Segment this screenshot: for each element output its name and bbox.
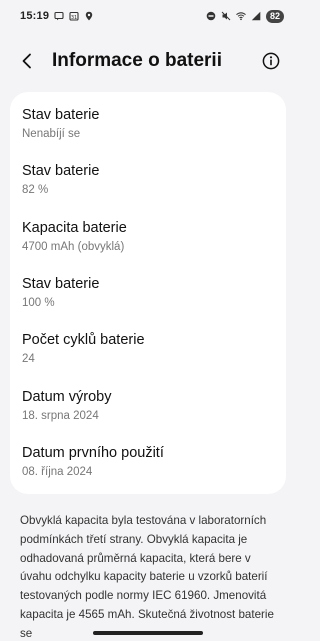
back-arrow-icon	[22, 53, 31, 69]
battery-level: 82	[265, 9, 284, 23]
signal-icon	[251, 11, 261, 21]
info-row-charging-status: Stav baterie Nenabíjí se	[10, 96, 286, 152]
message-icon	[54, 11, 64, 21]
row-value: 4700 mAh (obvyklá)	[22, 240, 125, 253]
row-label: Stav baterie	[22, 107, 100, 124]
status-bar: 15:19 31 82	[0, 0, 296, 32]
info-row-manufacture-date: Datum výroby 18. srpna 2024	[10, 377, 286, 433]
row-value: 08. října 2024	[22, 465, 93, 478]
page-title: Informace o baterii	[52, 50, 222, 71]
row-value: 82 %	[22, 184, 49, 197]
row-label: Kapacita baterie	[22, 219, 127, 236]
row-label: Datum výroby	[22, 388, 112, 405]
info-row-capacity: Kapacita baterie 4700 mAh (obvyklá)	[10, 209, 286, 265]
back-button[interactable]	[16, 50, 38, 72]
info-icon	[262, 52, 280, 70]
status-left: 15:19 31	[20, 10, 94, 22]
battery-info-card: Stav baterie Nenabíjí se Stav baterie 82…	[10, 92, 286, 495]
dnd-icon	[206, 11, 216, 21]
wifi-icon	[236, 11, 246, 21]
calendar-icon: 31	[69, 11, 79, 21]
info-row-first-use-date: Datum prvního použití 08. října 2024	[10, 434, 286, 490]
row-value: 18. srpna 2024	[22, 409, 99, 422]
location-icon	[84, 11, 94, 21]
info-row-charge-level: Stav baterie 82 %	[10, 152, 286, 208]
app-bar: Informace o baterii	[0, 32, 296, 90]
status-time: 15:19	[20, 10, 50, 22]
row-label: Stav baterie	[22, 163, 100, 180]
row-value: 100 %	[22, 297, 55, 310]
capacity-note: Obvyklá kapacita byla testována v labora…	[20, 514, 274, 640]
info-row-cycle-count: Počet cyklů baterie 24	[10, 321, 286, 377]
row-label: Počet cyklů baterie	[22, 332, 145, 349]
row-value: 24	[22, 353, 35, 366]
mute-icon	[221, 11, 231, 21]
row-label: Stav baterie	[22, 276, 100, 293]
info-row-health: Stav baterie 100 %	[10, 265, 286, 321]
svg-text:31: 31	[71, 15, 77, 21]
navigation-handle[interactable]	[93, 631, 203, 635]
row-label: Datum prvního použití	[22, 444, 164, 461]
row-value: Nenabíjí se	[22, 128, 81, 141]
info-button[interactable]	[260, 50, 282, 72]
status-right: 82	[206, 9, 284, 23]
